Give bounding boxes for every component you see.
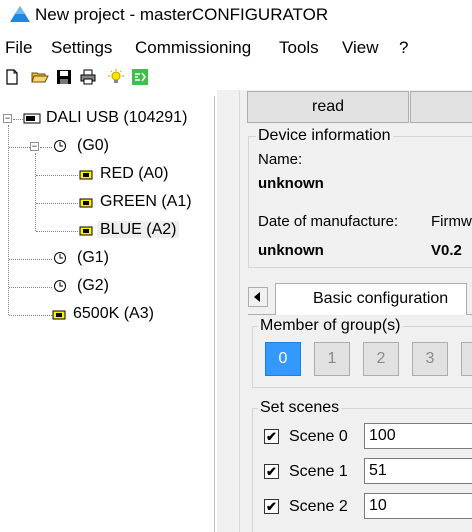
menu-bar: File Settings Commissioning Tools View ? <box>0 37 472 61</box>
new-file-icon[interactable] <box>3 68 21 86</box>
tab-basic-configuration[interactable]: Basic configuration <box>275 283 467 315</box>
app-logo-icon <box>10 6 30 22</box>
title-bar: New project - masterCONFIGURATOR <box>0 0 472 30</box>
menu-tools[interactable]: Tools <box>279 38 319 58</box>
tab-scroll-left-button[interactable] <box>248 287 268 307</box>
commission-icon[interactable] <box>131 68 149 86</box>
group-icon <box>54 280 66 292</box>
window-title: New project - masterCONFIGURATOR <box>35 5 329 24</box>
group-0-button[interactable]: 0 <box>265 342 301 376</box>
set-scenes-caption: Set scenes <box>258 399 342 417</box>
firmware-value: V0.2 <box>431 242 462 259</box>
menu-file[interactable]: File <box>5 38 32 58</box>
group-4-button[interactable] <box>461 342 472 376</box>
toolbar-button-2[interactable] <box>410 91 472 123</box>
lamp-icon <box>79 170 93 180</box>
name-label: Name: <box>258 151 303 168</box>
scene-1-checkbox[interactable]: ✔ <box>264 464 279 479</box>
read-button[interactable]: read <box>247 91 409 123</box>
lamp-icon <box>52 310 66 320</box>
menu-settings[interactable]: Settings <box>51 38 112 58</box>
light-bulb-icon[interactable] <box>107 68 125 86</box>
tree-device-6500k[interactable]: 6500K (A3) <box>73 302 154 326</box>
collapse-root-icon[interactable]: − <box>3 114 12 123</box>
device-tree: − DALI USB (104291) − (G0) RED (A0) GREE… <box>0 96 215 532</box>
scene-0-label: Scene 0 <box>289 428 348 445</box>
scene-2-label: Scene 2 <box>289 498 348 515</box>
date-of-manufacture-value: unknown <box>258 242 324 259</box>
tree-root-dali-usb[interactable]: DALI USB (104291) <box>46 106 187 130</box>
scene-0-value-input[interactable]: 100 <box>364 423 472 449</box>
group-3-button[interactable]: 3 <box>412 342 448 376</box>
scene-2-checkbox[interactable]: ✔ <box>264 499 279 514</box>
scene-2-value-input[interactable]: 10 <box>364 493 472 519</box>
splitter[interactable] <box>239 90 247 532</box>
menu-commissioning[interactable]: Commissioning <box>135 38 251 58</box>
menu-view[interactable]: View <box>342 38 379 58</box>
print-icon[interactable] <box>79 68 97 86</box>
collapse-g0-icon[interactable]: − <box>30 142 39 151</box>
tree-group-g1[interactable]: (G1) <box>77 246 109 270</box>
firmware-label: Firmw <box>431 213 472 230</box>
date-of-manufacture-label: Date of manufacture: <box>258 213 399 230</box>
group-1-button[interactable]: 1 <box>314 342 350 376</box>
group-icon <box>54 140 66 152</box>
member-of-groups-caption: Member of group(s) <box>258 317 403 335</box>
tree-device-green[interactable]: GREEN (A1) <box>100 190 192 214</box>
scene-1-value-input[interactable]: 51 <box>364 458 472 484</box>
device-information-caption: Device information <box>256 127 393 145</box>
save-icon[interactable] <box>55 68 73 86</box>
scene-1-label: Scene 1 <box>289 463 348 480</box>
scene-0-checkbox[interactable]: ✔ <box>264 429 279 444</box>
name-value: unknown <box>258 175 324 192</box>
tree-group-g0[interactable]: (G0) <box>77 134 109 158</box>
group-2-button[interactable]: 2 <box>363 342 399 376</box>
tree-group-g2[interactable]: (G2) <box>77 274 109 298</box>
open-folder-icon[interactable] <box>31 68 49 86</box>
menu-help[interactable]: ? <box>399 38 408 58</box>
group-icon <box>54 252 66 264</box>
lamp-icon <box>79 226 93 236</box>
chevron-left-icon <box>254 292 260 302</box>
tree-device-blue[interactable]: BLUE (A2) <box>97 218 180 242</box>
tree-device-red[interactable]: RED (A0) <box>100 162 168 186</box>
toolbar <box>0 66 472 90</box>
lamp-icon <box>79 198 93 208</box>
dali-usb-icon <box>23 113 41 124</box>
